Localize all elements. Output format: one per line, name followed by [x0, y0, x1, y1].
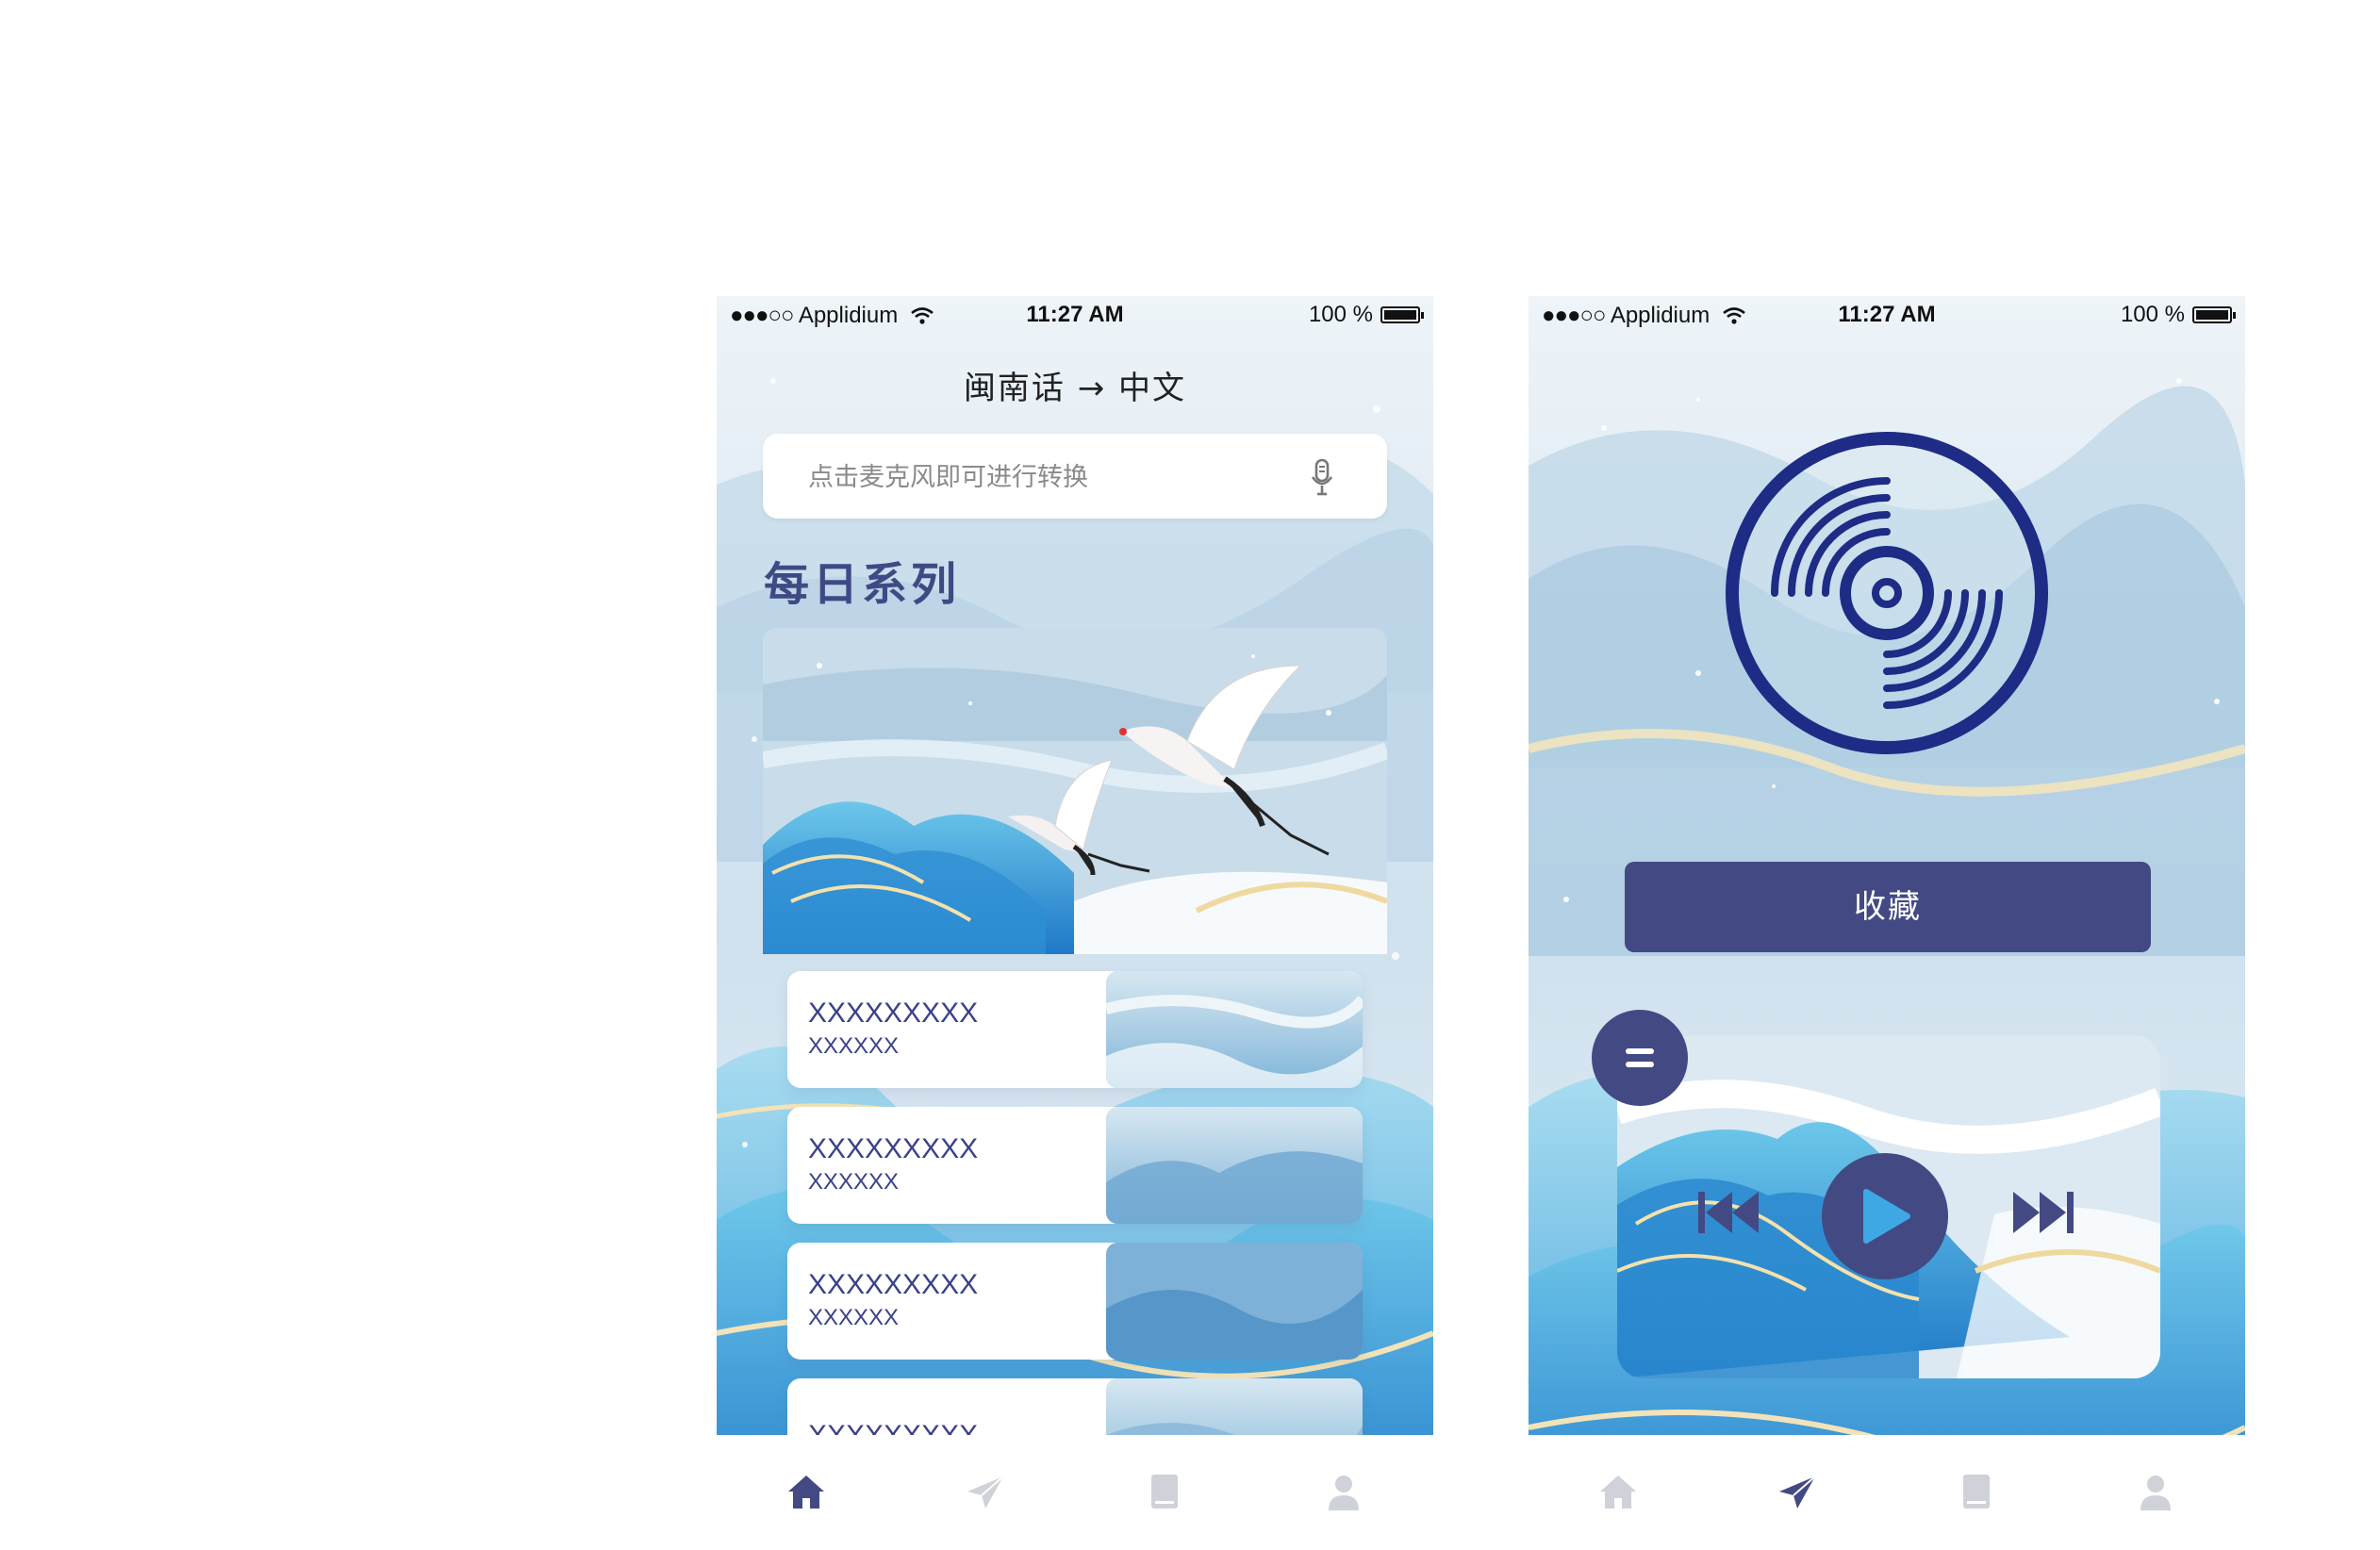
home-icon: [1600, 1476, 1636, 1509]
page-title: 闽南话 → 中文: [963, 370, 1187, 407]
battery-icon: [2192, 306, 2236, 323]
list-item[interactable]: XXXXXXXXX XXXXXX: [787, 1107, 1363, 1224]
player-screen: ●●●○○ Applidium 11:27 AM 100 % 收藏: [1529, 296, 2245, 1550]
microphone-icon[interactable]: [1310, 458, 1334, 496]
list-item-title: XXXXXXXXX: [808, 1269, 979, 1300]
list-item-subtitle: XXXXXX: [808, 1305, 900, 1330]
daily-banner[interactable]: [763, 628, 1387, 954]
translate-screen: ●●●○○ Applidium 11:27 AM 100 % 闽南话 → 中文 …: [717, 296, 1433, 1550]
tab-home[interactable]: [778, 1464, 835, 1521]
list-item[interactable]: XXXXXXXXX XXXXXX: [787, 971, 1363, 1088]
tab-book[interactable]: [1948, 1464, 2005, 1521]
tab-home[interactable]: [1590, 1464, 1646, 1521]
tab-profile[interactable]: [2127, 1464, 2184, 1521]
person-icon: [2140, 1476, 2171, 1510]
battery-status: 100 %: [1308, 302, 1424, 328]
status-bar: ●●●○○ Applidium 11:27 AM 100 %: [717, 296, 1433, 334]
list-item[interactable]: XXXXXXXXX XXXXXX: [787, 1243, 1363, 1360]
person-icon: [1329, 1476, 1359, 1510]
list-item-title: XXXXXXXXX: [808, 998, 979, 1029]
list-item-thumbnail: [1106, 1243, 1363, 1360]
list-item-thumbnail: [1106, 1107, 1363, 1224]
tab-bar: [1529, 1435, 2245, 1550]
next-track-icon[interactable]: [2009, 1186, 2077, 1239]
send-icon: [967, 1476, 1004, 1509]
section-title: 每日系列: [764, 558, 961, 611]
send-icon: [1779, 1476, 1816, 1509]
battery-label: 100 %: [2120, 302, 2185, 327]
tab-send[interactable]: [957, 1464, 1014, 1521]
playlist-menu-button[interactable]: [1592, 1010, 1688, 1106]
list-item-thumbnail: [1106, 971, 1363, 1088]
list-item-subtitle: XXXXXX: [808, 1169, 900, 1195]
play-button[interactable]: [1822, 1153, 1948, 1279]
tab-profile[interactable]: [1315, 1464, 1372, 1521]
search-bar: [763, 434, 1387, 520]
play-icon: [1863, 1189, 1910, 1244]
vinyl-disc-icon: [1726, 432, 2048, 754]
equals-icon: [1626, 1048, 1654, 1067]
list-item-subtitle: XXXXXX: [808, 1033, 900, 1059]
battery-icon: [1380, 306, 1424, 323]
book-icon: [1963, 1475, 1990, 1509]
tab-bar: [717, 1435, 1433, 1550]
book-icon: [1151, 1475, 1178, 1509]
battery-status: 100 %: [2120, 302, 2236, 328]
battery-label: 100 %: [1308, 302, 1373, 327]
tab-book[interactable]: [1136, 1464, 1193, 1521]
status-bar: ●●●○○ Applidium 11:27 AM 100 %: [1529, 296, 2245, 334]
previous-track-icon[interactable]: [1694, 1186, 1762, 1239]
tab-send[interactable]: [1769, 1464, 1826, 1521]
home-icon: [788, 1476, 824, 1509]
search-input[interactable]: [806, 434, 1300, 520]
list-item-title: XXXXXXXXX: [808, 1133, 979, 1164]
cranes-illustration: [763, 628, 1387, 954]
collect-button[interactable]: 收藏: [1625, 862, 2151, 952]
